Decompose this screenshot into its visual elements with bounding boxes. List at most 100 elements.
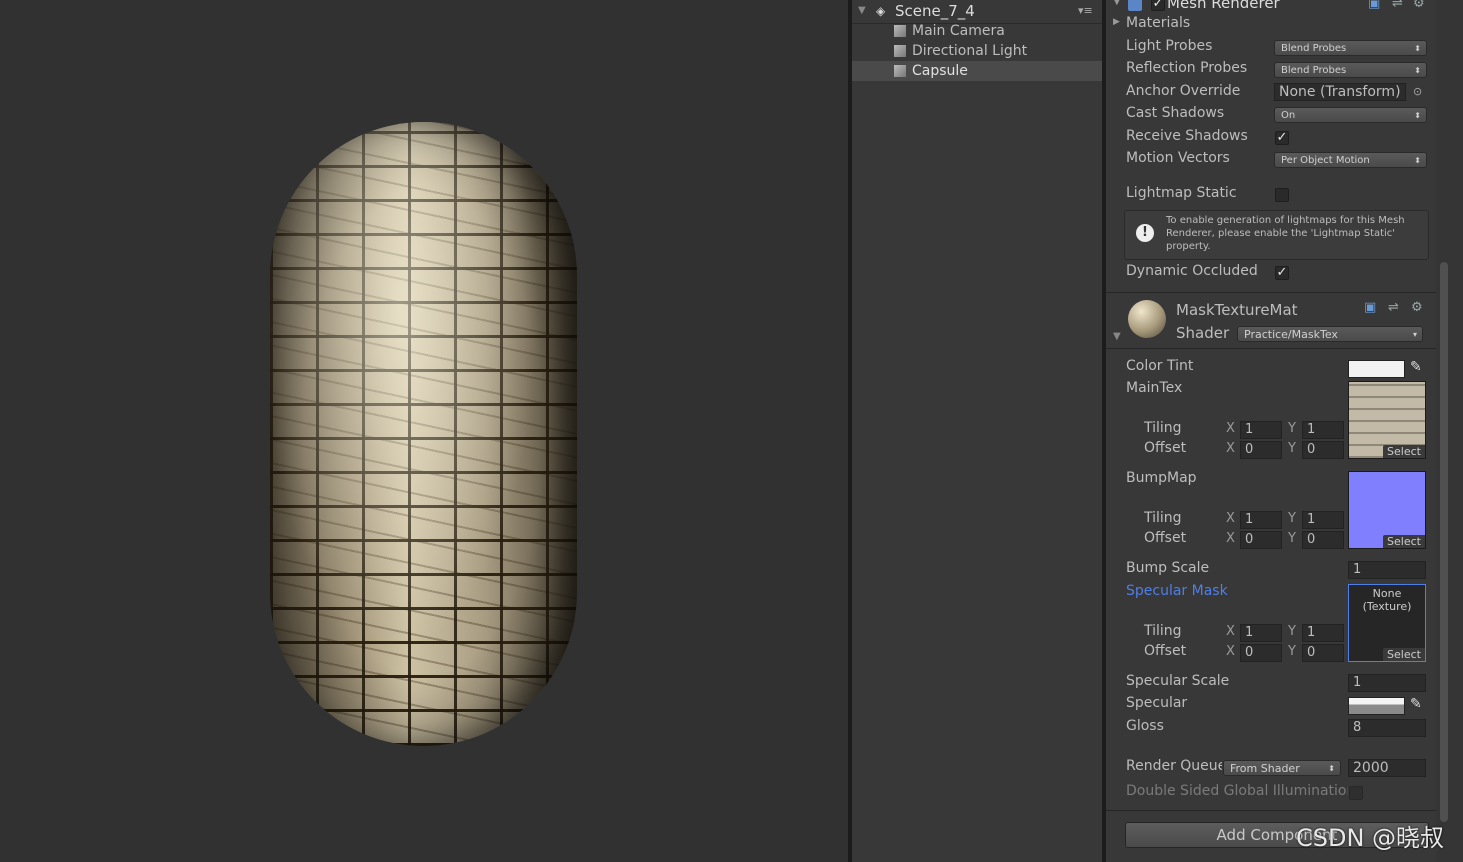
main-tex-thumbnail[interactable]: Select [1348,381,1426,459]
double-sided-gi-checkbox[interactable] [1349,786,1363,800]
lightmap-static-label: Lightmap Static [1126,185,1237,201]
foldout-arrow-icon[interactable]: ▶ [1113,17,1120,27]
reflection-probes-dropdown[interactable]: Blend Probes ⬍ [1274,62,1427,78]
offset-y-field[interactable]: 0 [1302,531,1344,549]
foldout-arrow-icon[interactable]: ▼ [1113,0,1121,7]
scene-view[interactable] [0,0,848,862]
foldout-arrow-icon[interactable]: ▼ [858,1,866,21]
dropdown-value: Practice/MaskTex [1244,328,1338,341]
gear-icon[interactable]: ⚙ [1413,0,1425,11]
hierarchy-item-main-camera[interactable]: Main Camera [852,21,1102,41]
render-queue-dropdown[interactable]: From Shader ⬍ [1223,760,1341,776]
render-queue-field[interactable]: 2000 [1348,759,1426,777]
color-tint-label: Color Tint [1126,358,1194,374]
bump-map-label: BumpMap [1126,470,1197,486]
hierarchy-item-label: Main Camera [912,23,1005,39]
tiling-y-field[interactable]: 1 [1302,624,1344,642]
bump-scale-label: Bump Scale [1126,560,1210,576]
cast-shadows-label: Cast Shadows [1126,105,1225,121]
divider [1106,348,1436,349]
tiling-label: Tiling [1144,510,1182,526]
offset-y-field[interactable]: 0 [1302,644,1344,662]
bump-scale-field[interactable]: 1 [1348,561,1426,579]
info-helpbox: ! To enable generation of lightmaps for … [1124,210,1429,260]
dropdown-arrow-icon: ⬍ [1414,44,1421,53]
specular-mask-thumbnail[interactable]: None (Texture) Select [1348,584,1426,662]
dropdown-value: Per Object Motion [1281,155,1370,166]
light-probes-label: Light Probes [1126,38,1213,54]
offset-x-field[interactable]: 0 [1240,531,1282,549]
tiling-y-field[interactable]: 1 [1302,511,1344,529]
lightmap-static-checkbox[interactable] [1275,188,1289,202]
preset-icon[interactable]: ⇌ [1392,0,1403,11]
offset-y-field[interactable]: 0 [1302,441,1344,459]
reflection-probes-label: Reflection Probes [1126,60,1248,76]
select-texture-button[interactable]: Select [1383,445,1425,458]
dynamic-occluded-label: Dynamic Occluded [1126,263,1258,279]
specular-color-swatch[interactable] [1348,697,1405,715]
eyedropper-icon[interactable]: ✎ [1410,696,1422,712]
hierarchy-menu-icon[interactable]: ▾≡ [1078,1,1093,21]
cast-shadows-dropdown[interactable]: On ⬍ [1274,107,1427,123]
shader-label: Shader [1176,324,1230,342]
foldout-arrow-icon[interactable]: ▼ [1113,331,1121,342]
receive-shadows-label: Receive Shadows [1126,128,1248,144]
help-icon[interactable]: ▣ [1368,0,1380,11]
scrollbar-thumb[interactable] [1440,262,1448,822]
gloss-field[interactable]: 8 [1348,719,1426,737]
offset-label: Offset [1144,643,1187,659]
dropdown-value: From Shader [1230,762,1300,775]
preset-icon[interactable]: ⇌ [1388,300,1399,315]
tiling-y-field[interactable]: 1 [1302,421,1344,439]
material-name: MaskTextureMat [1176,301,1298,319]
y-label: Y [1288,421,1296,436]
x-label: X [1226,644,1235,659]
y-label: Y [1288,624,1296,639]
dropdown-arrow-icon: ⬍ [1328,764,1335,773]
dropdown-arrow-icon: ⬍ [1414,156,1421,165]
anchor-override-field[interactable]: None (Transform) [1274,83,1406,101]
bump-map-thumbnail[interactable]: Select [1348,471,1426,549]
anchor-override-label: Anchor Override [1126,83,1241,99]
hierarchy-item-label: Capsule [912,63,968,79]
tiling-x-field[interactable]: 1 [1240,421,1282,439]
watermark: CSDN @晓叔 [1296,824,1445,852]
motion-vectors-dropdown[interactable]: Per Object Motion ⬍ [1274,152,1427,168]
object-picker-icon[interactable]: ⊙ [1413,85,1422,98]
dynamic-occluded-checkbox[interactable]: ✓ [1275,266,1289,280]
specular-scale-field[interactable]: 1 [1348,674,1426,692]
eyedropper-icon[interactable]: ✎ [1410,359,1422,375]
tiling-x-field[interactable]: 1 [1240,511,1282,529]
tiling-x-field[interactable]: 1 [1240,624,1282,642]
material-preview-sphere [1128,300,1166,338]
hierarchy-item-capsule[interactable]: Capsule [852,61,1102,81]
hierarchy-item-directional-light[interactable]: Directional Light [852,41,1102,61]
select-texture-button[interactable]: Select [1383,648,1425,661]
tiling-label: Tiling [1144,623,1182,639]
offset-x-field[interactable]: 0 [1240,644,1282,662]
motion-vectors-label: Motion Vectors [1126,150,1230,166]
scene-header[interactable]: ▼ ◈ Scene_7_4 ▾≡ [852,1,1102,21]
light-probes-dropdown[interactable]: Blend Probes ⬍ [1274,40,1427,56]
color-tint-swatch[interactable] [1348,360,1405,378]
texture-none-label: None (Texture) [1362,587,1412,613]
receive-shadows-checkbox[interactable]: ✓ [1275,131,1289,145]
specular-mask-label: Specular Mask [1126,583,1228,599]
materials-foldout[interactable]: Materials [1126,15,1190,31]
scene-name: Scene_7_4 [895,2,975,20]
help-icon[interactable]: ▣ [1364,300,1376,315]
offset-label: Offset [1144,440,1187,456]
mesh-renderer-enabled-checkbox[interactable]: ✓ [1151,0,1165,11]
gloss-label: Gloss [1126,718,1164,734]
capsule-mesh[interactable] [270,122,577,746]
y-label: Y [1288,531,1296,546]
gear-icon[interactable]: ⚙ [1411,300,1423,315]
hierarchy-panel: ▼ ◈ Scene_7_4 ▾≡ Main Camera Directional… [852,0,1102,862]
warning-icon: ! [1136,224,1154,242]
specular-label: Specular [1126,695,1188,711]
x-label: X [1226,441,1235,456]
unity-scene-icon: ◈ [876,4,886,18]
select-texture-button[interactable]: Select [1383,535,1425,548]
offset-x-field[interactable]: 0 [1240,441,1282,459]
shader-dropdown[interactable]: Practice/MaskTex ▾ [1237,326,1423,342]
